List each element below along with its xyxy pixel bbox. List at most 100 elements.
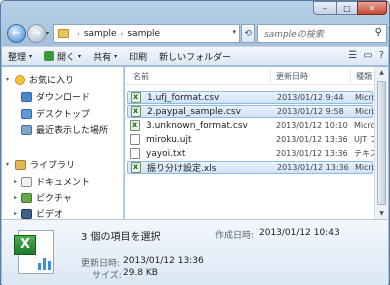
folder-icon — [58, 29, 69, 38]
sidebar-item-label: ダウンロード — [36, 93, 91, 103]
back-arrow-icon: ← — [12, 28, 21, 39]
new-folder-label: 新しいフォルダー — [159, 52, 232, 63]
file-row-miroku[interactable]: miroku.ujt 2013/01/12 13:36 UJT ファ — [127, 133, 374, 146]
explorer-window: – □ ✕ ← → ▾ › sample › sample ▾ ⟲ sample… — [0, 0, 390, 285]
videos-icon — [21, 208, 32, 219]
chevron-down-icon: ▾ — [29, 52, 33, 60]
print-button[interactable]: 印刷 — [123, 47, 153, 65]
desktop-icon — [21, 108, 32, 119]
collapse-triangle-icon[interactable]: ▾ — [6, 161, 9, 168]
column-header-name[interactable]: 名前 — [133, 71, 149, 82]
chevron-down-icon: ▾ — [114, 52, 118, 60]
sidebar-item-label: 最近表示した場所 — [36, 126, 109, 136]
expand-triangle-icon[interactable]: ▸ — [14, 194, 17, 201]
excel-document-large-icon: X — [14, 230, 58, 274]
column-divider[interactable] — [350, 69, 351, 83]
sidebar-item-favorites[interactable]: お気に入り — [15, 73, 74, 86]
address-dropdown-icon[interactable]: ▾ — [232, 28, 236, 36]
search-icon[interactable]: ⚲ — [375, 27, 382, 38]
chevron-down-icon: ▾ — [78, 52, 82, 60]
chart-bars-icon — [38, 256, 52, 270]
file-name: 振り分け設定.xls — [147, 164, 217, 174]
sidebar-item-label: デスクトップ — [36, 110, 91, 120]
file-row-ufj-format[interactable]: 1.ufj_format.csv 2013/01/12 9:44 Microso — [127, 91, 374, 104]
column-header-date[interactable]: 更新日時 — [276, 71, 308, 82]
scroll-down-icon[interactable]: ▼ — [377, 210, 386, 217]
sidebar-item-recent-places[interactable]: 最近表示した場所 — [21, 123, 108, 136]
close-button[interactable]: ✕ — [357, 1, 387, 15]
breadcrumb-item-sample[interactable]: sample — [127, 29, 160, 39]
recent-pages-dropdown-icon[interactable]: ▾ — [46, 30, 49, 37]
file-row-unknown-format[interactable]: 3.unknown_format.csv 2013/01/12 10:10 Mi… — [127, 119, 374, 132]
address-bar[interactable]: › sample › sample ▾ — [53, 24, 240, 43]
file-row-paypal-sample[interactable]: 2.paypal_sample.csv 2013/01/12 9:58 Micr… — [127, 105, 374, 118]
collapse-triangle-icon[interactable]: ▾ — [6, 76, 9, 83]
expand-triangle-icon[interactable]: ▸ — [14, 210, 17, 217]
scrollbar-thumb[interactable] — [377, 81, 386, 205]
file-name: 1.ufj_format.csv — [147, 92, 220, 103]
size-value: 29.8 KB — [123, 268, 158, 278]
column-divider[interactable] — [270, 69, 271, 83]
file-type: Microso — [354, 121, 374, 130]
download-folder-icon — [21, 91, 32, 102]
selection-count: 3 個の項目を選択 — [81, 232, 161, 243]
file-name: 2.paypal_sample.csv — [147, 106, 241, 117]
file-row-yayoi[interactable]: yayoi.txt 2013/01/12 13:36 テキス — [127, 147, 374, 160]
forward-button[interactable]: → — [27, 24, 46, 43]
star-icon — [15, 74, 25, 85]
file-type: テキス — [354, 149, 374, 158]
share-button[interactable]: 共有 ▾ — [87, 47, 123, 65]
size-label: サイズ: — [92, 271, 122, 281]
file-date: 2013/01/12 13:36 — [276, 149, 348, 158]
file-type: Microso — [355, 93, 374, 102]
generic-file-icon — [130, 134, 140, 145]
back-button[interactable]: ← — [7, 24, 26, 43]
sidebar-item-pictures[interactable]: ピクチャ — [21, 191, 72, 204]
organize-button[interactable]: 整理 ▾ — [2, 47, 38, 65]
excel-file-icon — [131, 162, 141, 173]
file-list: 名前 更新日時 種類 1.ufj_format.csv 2013/01/12 9… — [125, 67, 374, 219]
breadcrumb-separator[interactable]: › — [77, 30, 80, 38]
file-row-furiwake-settei[interactable]: 振り分け設定.xls 2013/01/12 13:36 Microso — [127, 161, 374, 174]
pictures-icon — [21, 192, 32, 203]
sidebar-item-label: ライブラリ — [30, 161, 76, 171]
refresh-icon: ⟲ — [244, 28, 252, 39]
sidebar-item-desktop[interactable]: デスクトップ — [21, 107, 90, 120]
minimize-button[interactable]: – — [313, 1, 337, 15]
open-label: 開く — [57, 52, 76, 63]
search-input[interactable]: sampleの検索 ⚲ — [257, 24, 387, 43]
sidebar-item-downloads[interactable]: ダウンロード — [21, 90, 90, 103]
refresh-button[interactable]: ⟲ — [241, 24, 255, 43]
breadcrumb-separator[interactable]: › — [121, 30, 124, 38]
share-label: 共有 — [93, 52, 112, 63]
sidebar-item-documents[interactable]: ドキュメント — [21, 175, 90, 188]
expand-triangle-icon[interactable]: ▸ — [14, 178, 17, 185]
view-options-icon[interactable]: ☰ — [348, 50, 357, 61]
scroll-up-icon[interactable]: ▲ — [377, 69, 386, 76]
maximize-button[interactable]: □ — [336, 1, 358, 15]
file-date: 2013/01/12 9:44 — [277, 93, 344, 102]
preview-pane-icon[interactable]: ▭ — [363, 50, 372, 61]
recent-places-icon — [21, 124, 32, 135]
new-folder-button[interactable]: 新しいフォルダー — [153, 47, 237, 65]
vertical-scrollbar[interactable]: ▲ ▼ — [374, 67, 388, 219]
file-date: 2013/01/12 9:58 — [277, 107, 344, 116]
file-date: 2013/01/12 13:36 — [277, 163, 349, 172]
sidebar-item-libraries[interactable]: ライブラリ — [15, 158, 75, 171]
created-label: 作成日時: — [215, 231, 255, 241]
file-name: yayoi.txt — [146, 148, 186, 159]
file-type: Microso — [355, 107, 374, 116]
column-header-row: 名前 更新日時 種類 — [125, 67, 374, 85]
breadcrumb-item-sample-parent[interactable]: sample — [84, 29, 117, 39]
excel-logo-icon: X — [14, 235, 36, 255]
toolbar-right-icons: ☰ ▭ ? — [348, 50, 384, 61]
file-date: 2013/01/12 10:10 — [276, 121, 348, 130]
details-pane: X 3 個の項目を選択 作成日時: 2013/01/12 10:43 更新日時:… — [2, 219, 388, 285]
organize-label: 整理 — [8, 52, 27, 63]
navigation-pane: ▾ お気に入り ダウンロード デスクトップ 最近表示した場所 ▾ ライブラリ ▸… — [2, 67, 124, 220]
documents-icon — [21, 176, 32, 187]
column-header-type[interactable]: 種類 — [356, 71, 372, 82]
text-file-icon — [130, 148, 140, 159]
open-button[interactable]: 開く ▾ — [38, 47, 87, 65]
help-icon[interactable]: ? — [379, 50, 384, 61]
